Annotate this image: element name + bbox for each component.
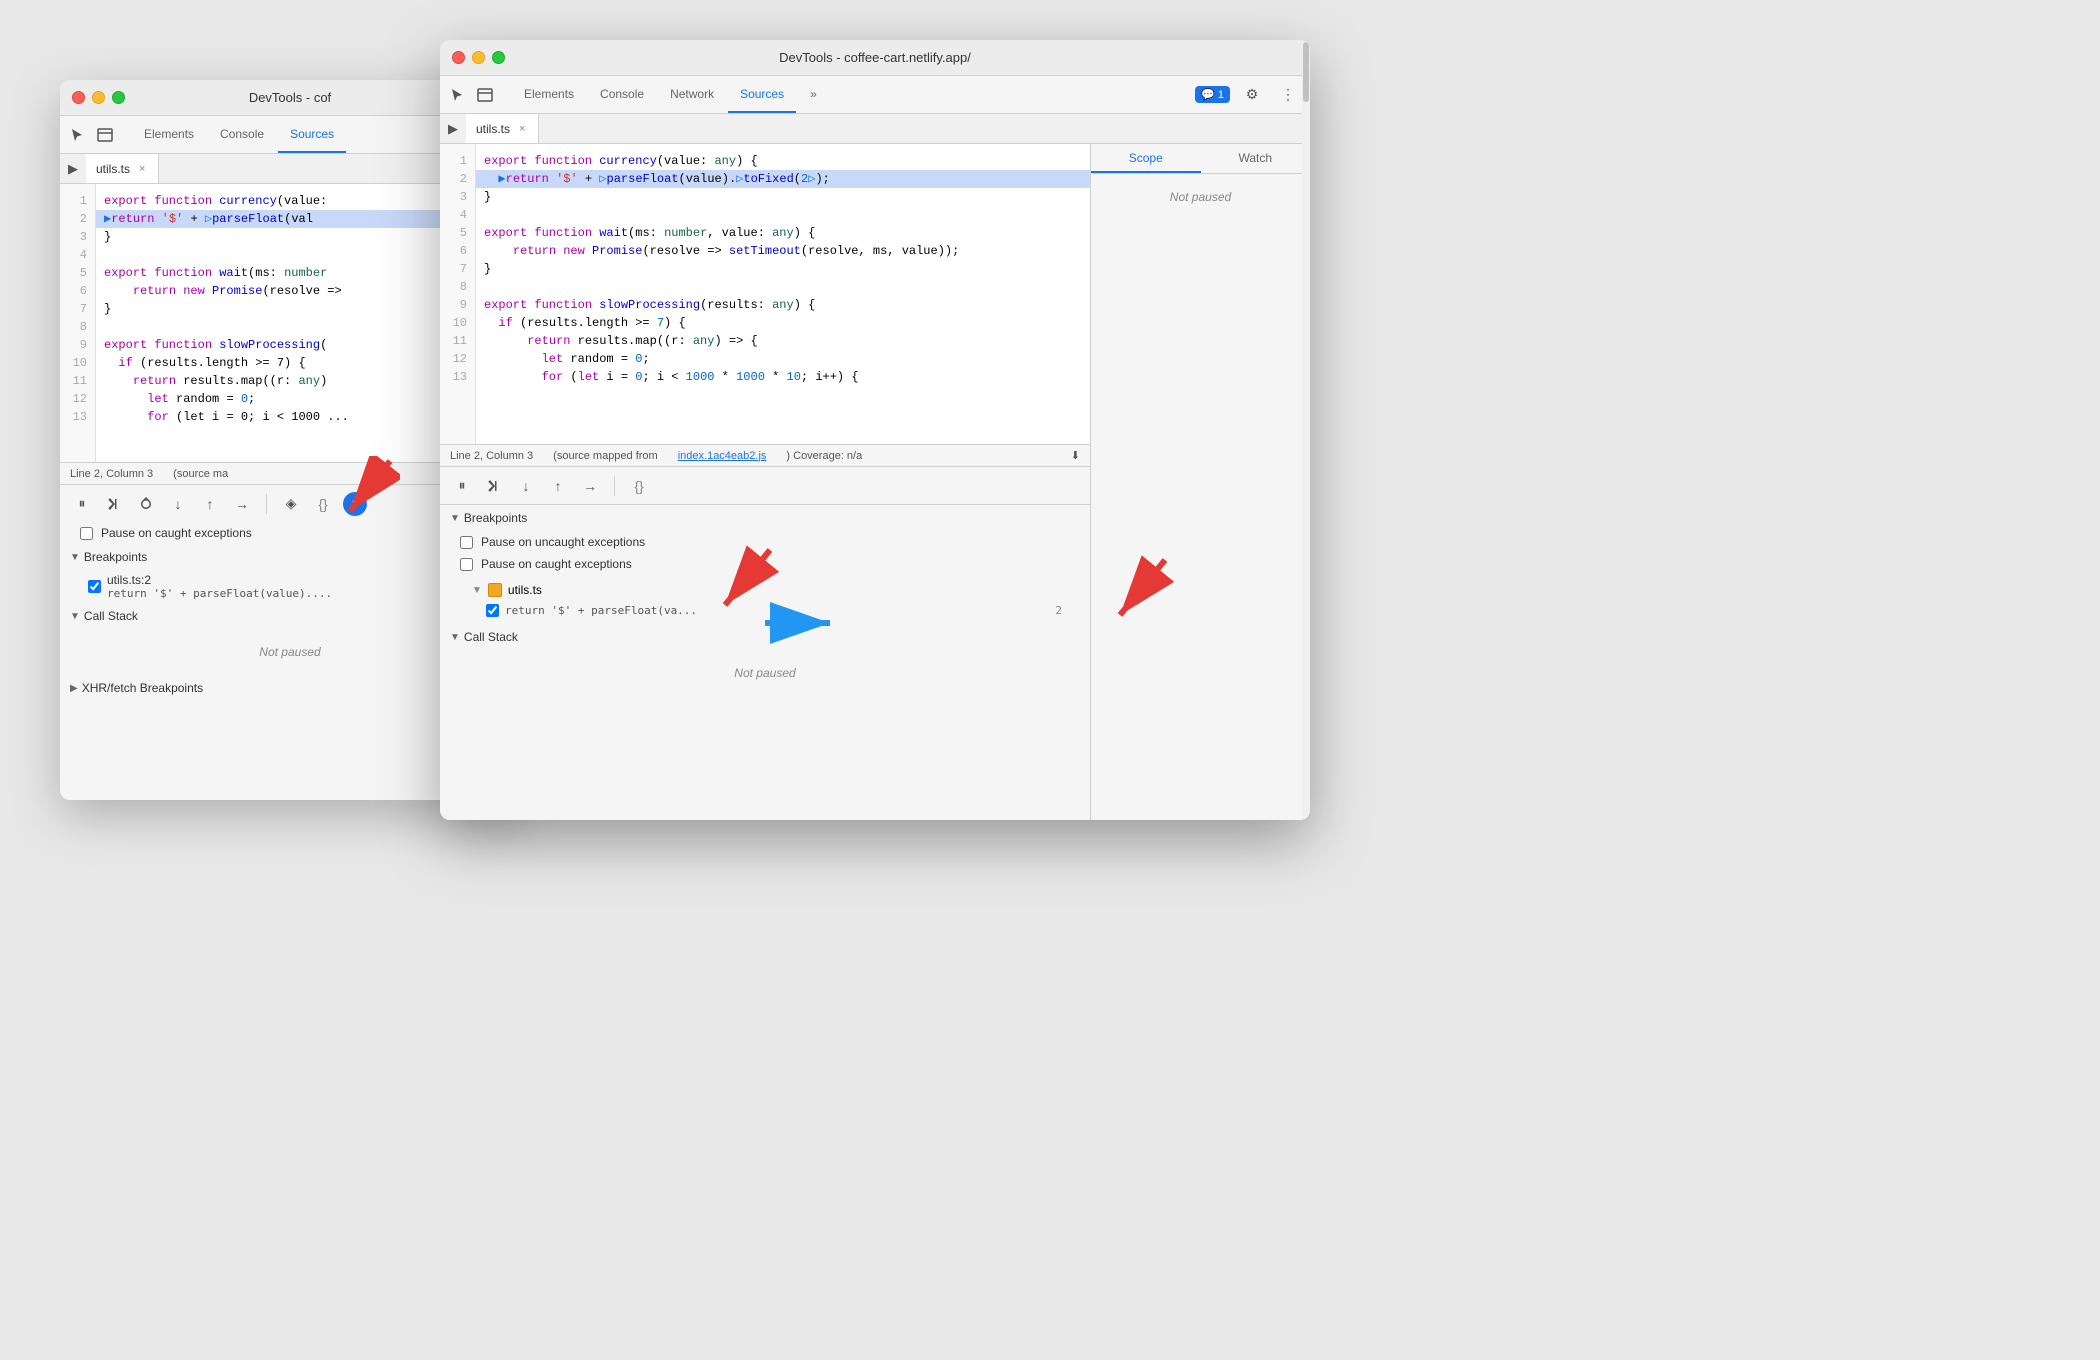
front-download-icon[interactable]: ⬇: [1071, 449, 1080, 462]
front-tabs-right: 💬 1 ⚙ ⋮: [1195, 76, 1302, 113]
front-code-area: 1 2 3 4 5 6 7 8 9 10 11 12 13: [440, 144, 1090, 444]
back-step-out-btn[interactable]: ↑: [198, 492, 222, 516]
front-bp-line-num: 2: [1055, 604, 1070, 617]
back-minimize-button[interactable]: [92, 91, 105, 104]
front-title-bar: DevTools - coffee-cart.netlify.app/: [440, 40, 1310, 76]
front-file-tab-close[interactable]: ×: [516, 122, 528, 136]
back-status-position: Line 2, Column 3: [70, 468, 153, 480]
back-deactivate-btn[interactable]: ◈: [279, 492, 303, 516]
back-tab-console[interactable]: Console: [208, 116, 276, 153]
front-line-numbers: 1 2 3 4 5 6 7 8 9 10 11 12 13: [440, 144, 476, 444]
front-status-link[interactable]: index.1ac4eab2.js: [678, 450, 767, 462]
front-resume-btn[interactable]: [482, 474, 506, 498]
front-toolbar-icons: [448, 76, 494, 113]
back-callstack-label: Call Stack: [84, 609, 138, 623]
back-bp-code: return '$' + parseFloat(value)....: [107, 587, 332, 600]
front-callstack-label: Call Stack: [464, 630, 518, 644]
front-pause-uncaught-label: Pause on uncaught exceptions: [481, 535, 645, 549]
back-cursor-icon[interactable]: [68, 126, 86, 144]
front-dock-icon[interactable]: [476, 86, 494, 104]
red-arrow-back: [330, 456, 400, 531]
front-breakpoints-label: Breakpoints: [464, 511, 527, 525]
front-traffic-lights: [452, 51, 505, 64]
back-tab-elements[interactable]: Elements: [132, 116, 206, 153]
front-bp-item-code: return '$' + parseFloat(va...: [505, 604, 697, 617]
back-tab-sources[interactable]: Sources: [278, 116, 346, 153]
front-scope-tabs: Scope Watch: [1091, 144, 1310, 174]
front-bp-filename: utils.ts: [508, 583, 542, 597]
front-pause-caught-label: Pause on caught exceptions: [481, 557, 632, 571]
back-step-btn[interactable]: →: [230, 492, 254, 516]
front-step-into-btn[interactable]: ↑: [546, 474, 570, 498]
front-scope-tab[interactable]: Scope: [1091, 144, 1201, 173]
front-pause-uncaught-checkbox[interactable]: [460, 536, 473, 549]
front-tab-more[interactable]: »: [798, 76, 829, 113]
front-pause-caught-checkbox[interactable]: [460, 558, 473, 571]
back-dock-icon[interactable]: [96, 126, 114, 144]
front-chat-badge[interactable]: 💬 1: [1195, 86, 1230, 103]
front-status-bar: Line 2, Column 3 (source mapped from ind…: [440, 444, 1090, 466]
back-bp-file: utils.ts:2: [107, 573, 332, 587]
front-file-tab-utils[interactable]: utils.ts ×: [466, 114, 539, 143]
front-settings-btn[interactable]: ⚙: [1238, 81, 1266, 109]
front-cursor-icon[interactable]: [448, 86, 466, 104]
back-traffic-lights: [72, 91, 125, 104]
front-watch-tab[interactable]: Watch: [1201, 144, 1311, 173]
back-line-numbers: 1 2 3 4 5 6 7 8 9 10 11 12 13: [60, 184, 96, 462]
back-pause-caught-checkbox[interactable]: [80, 527, 93, 540]
back-file-tab-close[interactable]: ×: [136, 162, 148, 176]
front-file-tabs: ▶ utils.ts ×: [440, 114, 1310, 144]
front-file-tab-label: utils.ts: [476, 122, 510, 136]
front-pause-btn[interactable]: ⏸: [450, 474, 474, 498]
red-arrow-1: [700, 540, 780, 625]
back-maximize-button[interactable]: [112, 91, 125, 104]
front-tabs-bar: Elements Console Network Sources » 💬 1 ⚙…: [440, 76, 1310, 114]
back-close-button[interactable]: [72, 91, 85, 104]
back-play-icon[interactable]: ▶: [60, 154, 86, 183]
front-scope-not-paused: Not paused: [1091, 174, 1310, 220]
front-bp-item-checkbox[interactable]: [486, 604, 499, 617]
front-minimize-button[interactable]: [472, 51, 485, 64]
front-code-lines: export function currency(value: any) { ▶…: [476, 144, 1090, 444]
front-maximize-button[interactable]: [492, 51, 505, 64]
back-toolbar-icons: [68, 116, 114, 153]
front-step-out-btn[interactable]: →: [578, 474, 602, 498]
front-more-btn[interactable]: ⋮: [1274, 81, 1302, 109]
front-format-btn[interactable]: {}: [627, 474, 651, 498]
front-tab-elements[interactable]: Elements: [512, 76, 586, 113]
back-pause-caught-label: Pause on caught exceptions: [101, 526, 252, 540]
front-debug-toolbar: ⏸ ↓ ↑ → {}: [440, 466, 1090, 504]
back-file-tab-label: utils.ts: [96, 162, 130, 176]
back-window-title: DevTools - cof: [249, 90, 331, 105]
front-right-panel: Scope Watch Not paused: [1090, 144, 1310, 820]
back-step-into-btn[interactable]: ↓: [166, 492, 190, 516]
back-breakpoints-label: Breakpoints: [84, 550, 147, 564]
front-breakpoints-header[interactable]: ▼ Breakpoints: [440, 505, 1090, 531]
back-file-tab-utils[interactable]: utils.ts ×: [86, 154, 159, 183]
front-bp-file-icon: [488, 583, 502, 597]
front-tab-console[interactable]: Console: [588, 76, 656, 113]
back-pause-btn[interactable]: ⏸: [70, 492, 94, 516]
back-bp-checkbox[interactable]: [88, 580, 101, 593]
front-devtools-window: DevTools - coffee-cart.netlify.app/ Elem…: [440, 40, 1310, 820]
front-play-icon[interactable]: ▶: [440, 114, 466, 143]
front-close-button[interactable]: [452, 51, 465, 64]
back-step-over-btn[interactable]: [134, 492, 158, 516]
back-xhr-label: XHR/fetch Breakpoints: [82, 681, 203, 695]
front-status-source: (source mapped from: [553, 450, 658, 462]
red-arrow-2: [1095, 550, 1175, 635]
back-resume-btn[interactable]: [102, 492, 126, 516]
front-status-coverage: ) Coverage: n/a: [786, 450, 862, 462]
front-status-position: Line 2, Column 3: [450, 450, 533, 462]
front-not-paused: Not paused: [440, 650, 1090, 696]
back-status-right: (source ma: [173, 468, 228, 480]
front-step-over-btn[interactable]: ↓: [514, 474, 538, 498]
front-tab-sources[interactable]: Sources: [728, 76, 796, 113]
front-tab-network[interactable]: Network: [658, 76, 726, 113]
front-window-title: DevTools - coffee-cart.netlify.app/: [779, 50, 971, 65]
